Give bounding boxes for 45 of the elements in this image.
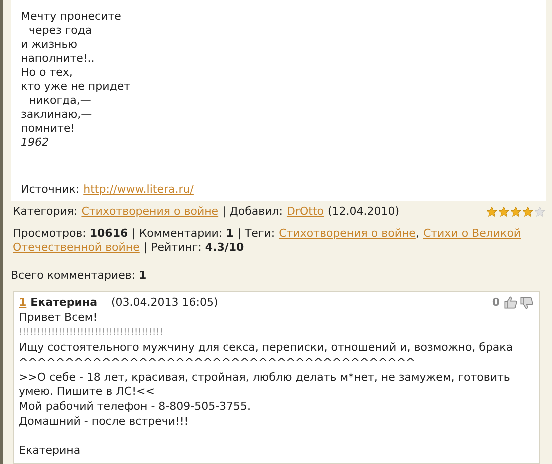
- comment-number[interactable]: 1: [19, 296, 27, 310]
- poem-line: помните!: [21, 122, 76, 136]
- tag-separator: ,: [416, 227, 420, 241]
- comment-date: (03.04.2013 16:05): [112, 296, 218, 310]
- tag-link[interactable]: Стихотворения о войне: [279, 227, 416, 241]
- poem-line: никогда,—: [28, 94, 92, 108]
- source-label: Источник:: [21, 183, 80, 197]
- category-label: Категория:: [13, 205, 78, 219]
- comment-author: Екатерина: [30, 296, 98, 310]
- author-link[interactable]: DrOtto: [286, 205, 324, 218]
- poem-line: и жизнью: [21, 38, 78, 52]
- tags-label: | Теги:: [238, 227, 276, 241]
- comments-total: Всего комментариев: 1: [11, 269, 148, 283]
- views-count: Просмотров: 10616: [13, 227, 128, 241]
- tag-link[interactable]: Стихи о Великой: [423, 227, 522, 241]
- comment-line: Домашний - после встречи!!!: [19, 415, 190, 429]
- poem-line: кто уже не придет: [21, 80, 132, 94]
- comment-line: Ищу состоятельного мужчину для секса, переписки, отношений и, возможно, брака: [19, 341, 514, 355]
- poem-line: наполните!..: [21, 52, 96, 66]
- added-date: (12.04.2010): [328, 205, 400, 219]
- poem-line: Мечту пронесите: [21, 10, 122, 24]
- poem-line: Но о тех,: [21, 66, 74, 80]
- poem-year: 1962: [21, 136, 50, 150]
- comment-line: Привет Всем!: [19, 311, 99, 325]
- category-link[interactable]: Стихотворения о войне: [82, 205, 219, 218]
- comments-count: | Комментарии: 1: [132, 227, 234, 241]
- source-link[interactable]: http://www.litera.ru/: [84, 183, 194, 197]
- star-icon: [510, 206, 522, 218]
- comment-line: Мой рабочий телефон - 8-809-505-3755.: [19, 400, 252, 414]
- comment-line: >>О себе - 18 лет, красивая, стройная, люблю делать м*нет, не замужем, готовить умею. Пишите в ЛС!<<: [19, 371, 512, 399]
- star-icon: [534, 206, 546, 218]
- rating-value: | Рейтинг: 4.3/10: [144, 241, 244, 255]
- comment-line: Екатерина: [19, 444, 82, 458]
- tag-link[interactable]: Отечественной войне: [13, 241, 140, 255]
- comment-score: 0: [492, 296, 500, 310]
- added-label: | Добавил:: [222, 205, 283, 219]
- comment-line: !!!!!!!!!!!!!!!!!!!!!!!!!!!!!!!!!!!!!!!!: [19, 327, 164, 340]
- poem-line: через года: [28, 24, 94, 38]
- star-icon: [522, 206, 534, 218]
- thumbs-up-icon[interactable]: [504, 296, 518, 310]
- star-icon: [486, 206, 498, 218]
- poem-line: заклинаю,—: [21, 108, 94, 122]
- thumbs-down-icon[interactable]: [520, 296, 534, 310]
- comment-line: ^^^^^^^^^^^^^^^^^^^^^^^^^^^^^^^^^^^^^^^^^^^: [19, 356, 416, 370]
- star-icon: [498, 206, 510, 218]
